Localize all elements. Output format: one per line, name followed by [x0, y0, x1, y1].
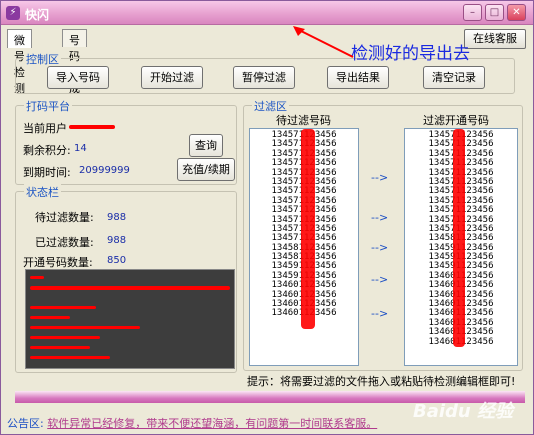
recharge-button[interactable]: 充值/续期 [177, 158, 235, 181]
transfer-arrow: --> [371, 273, 389, 286]
status-group-label: 状态栏 [24, 184, 61, 200]
main-window: ⚡ 快闪 – □ ✕ 微号检测 号码生成 在线客服 控制区 导入号码 开始过滤 … [0, 0, 534, 435]
import-numbers-button[interactable]: 导入号码 [47, 66, 109, 89]
pending-count-value: 988 [107, 212, 127, 223]
title-bar[interactable]: ⚡ 快闪 – □ ✕ [1, 1, 533, 25]
redacted-scribble [69, 125, 115, 129]
redacted-scribble [301, 129, 315, 329]
expiry-value: 20999999 [79, 165, 130, 176]
minimize-button[interactable]: – [463, 4, 482, 21]
redacted-scribble [30, 356, 110, 359]
redacted-scribble [30, 286, 230, 290]
open-count-value: 850 [107, 255, 127, 266]
platform-group-label: 打码平台 [24, 98, 72, 114]
open-list-header: 过滤开通号码 [423, 114, 489, 127]
transfer-arrow: --> [371, 241, 389, 254]
points-value: 14 [74, 143, 87, 154]
notice-link[interactable]: 软件异常已经修复，带来不便还望海涵，有问题第一时间联系客服。 [47, 417, 377, 430]
filtered-count-label: 已过滤数量: [35, 236, 94, 249]
redacted-scribble [30, 306, 96, 309]
transfer-arrow: --> [371, 307, 389, 320]
maximize-button[interactable]: □ [485, 4, 504, 21]
transfer-arrow: --> [371, 171, 389, 184]
pending-count-label: 待过滤数量: [35, 211, 94, 224]
expiry-label: 到期时间: [23, 166, 71, 179]
clear-records-button[interactable]: 清空记录 [423, 66, 485, 89]
redacted-scribble [30, 316, 70, 319]
close-button[interactable]: ✕ [507, 4, 526, 21]
redacted-scribble [30, 336, 100, 339]
window-title: 快闪 [25, 8, 50, 22]
control-group-label: 控制区 [24, 51, 61, 67]
redacted-scribble [453, 129, 465, 347]
points-label: 剩余积分: [23, 144, 71, 157]
query-button[interactable]: 查询 [189, 134, 223, 157]
open-count-label: 开通号码数量: [23, 256, 93, 269]
pending-list-header: 待过滤号码 [276, 114, 331, 127]
notice-area: 公告区: 软件异常已经修复，带来不便还望海涵，有问题第一时间联系客服。 [7, 415, 377, 431]
transfer-arrow: --> [371, 211, 389, 224]
annotation-arrow [293, 26, 354, 58]
current-user-label: 当前用户 [23, 122, 67, 135]
pause-filter-button[interactable]: 暂停过滤 [233, 66, 295, 89]
export-results-button[interactable]: 导出结果 [327, 66, 389, 89]
online-service-button[interactable]: 在线客服 [464, 29, 526, 49]
annotation-text: 检测好的导出去 [351, 44, 470, 64]
log-output-box[interactable] [25, 269, 235, 369]
tab-number-check[interactable]: 微号检测 [7, 29, 32, 95]
notice-label: 公告区: [7, 417, 44, 430]
redacted-scribble [30, 276, 44, 279]
tab-number-generate[interactable]: 号码生成 [62, 29, 87, 95]
filtered-count-value: 988 [107, 235, 127, 246]
app-icon: ⚡ [6, 6, 20, 20]
hint-text: 提示：将需要过滤的文件拖入或粘贴待检测编辑框即可! [247, 375, 516, 388]
redacted-scribble [30, 326, 140, 329]
redacted-scribble [30, 346, 90, 349]
watermark: Baidu 经验 [413, 401, 514, 422]
start-filter-button[interactable]: 开始过滤 [141, 66, 203, 89]
